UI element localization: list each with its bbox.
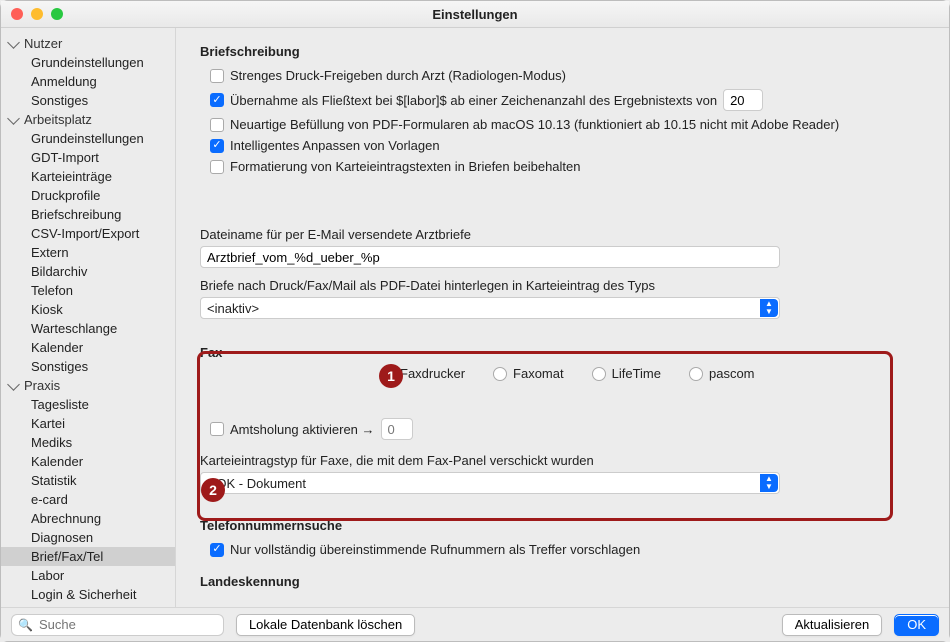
sidebar-item-briefschreibung[interactable]: Briefschreibung [1, 205, 175, 224]
sidebar: NutzerGrundeinstellungenAnmeldungSonstig… [1, 28, 176, 607]
sidebar-item-e-card[interactable]: e-card [1, 490, 175, 509]
window-controls [11, 8, 63, 20]
radio-faxdrucker[interactable] [380, 367, 394, 381]
sidebar-item-abrechnung[interactable]: Abrechnung [1, 509, 175, 528]
sidebar-item-extern[interactable]: Extern [1, 243, 175, 262]
sidebar-item-kalender[interactable]: Kalender [1, 452, 175, 471]
chevron-down-icon [7, 378, 20, 391]
radio-lifetime[interactable] [592, 367, 606, 381]
sidebar-item-sonstiges[interactable]: Sonstiges [1, 91, 175, 110]
sidebar-item-brief-fax-tel[interactable]: Brief/Fax/Tel [1, 547, 175, 566]
check-strenges[interactable] [210, 69, 224, 83]
label-formatierung: Formatierung von Karteieintragstexten in… [230, 159, 581, 174]
label-uebernahme: Übernahme als Fließtext bei $[labor]$ ab… [230, 93, 717, 108]
content-area: Briefschreibung Strenges Druck-Freigeben… [176, 28, 949, 607]
section-landeskennung: Landeskennung [200, 574, 925, 589]
window-title: Einstellungen [11, 7, 939, 22]
sidebar-item-statistik[interactable]: Statistik [1, 471, 175, 490]
sidebar-item-telefon[interactable]: Telefon [1, 281, 175, 300]
select-fax-karteityp-value: DOK - Dokument [207, 476, 306, 491]
sidebar-item-bildarchiv[interactable]: Bildarchiv [1, 262, 175, 281]
sidebar-item-kartei[interactable]: Kartei [1, 414, 175, 433]
chevron-updown-icon: ▲▼ [760, 474, 778, 492]
label-fax-karteityp: Karteieintragstyp für Faxe, die mit dem … [200, 453, 925, 468]
footer: 🔍 Lokale Datenbank löschen Aktualisieren… [1, 607, 949, 641]
label-pdf-type: Briefe nach Druck/Fax/Mail als PDF-Datei… [200, 278, 925, 293]
check-tel-exact[interactable] [210, 543, 224, 557]
input-dateiname[interactable] [200, 246, 780, 268]
check-formatierung[interactable] [210, 160, 224, 174]
input-amtsholung[interactable] [381, 418, 413, 440]
sidebar-group-arbeitsplatz[interactable]: Arbeitsplatz [1, 110, 175, 129]
label-neuartige: Neuartige Befüllung von PDF-Formularen a… [230, 117, 839, 132]
sidebar-group-label: Arbeitsplatz [24, 112, 92, 127]
label-dateiname: Dateiname für per E-Mail versendete Arzt… [200, 227, 925, 242]
sidebar-item-kalender[interactable]: Kalender [1, 338, 175, 357]
minimize-icon[interactable] [31, 8, 43, 20]
zoom-icon[interactable] [51, 8, 63, 20]
sidebar-group-label: Nutzer [24, 36, 62, 51]
button-delete-local-db[interactable]: Lokale Datenbank löschen [236, 614, 415, 636]
section-tel: Telefonnummernsuche [200, 518, 925, 533]
radio-pascom[interactable] [689, 367, 703, 381]
sidebar-item-warteschlange[interactable]: Warteschlange [1, 319, 175, 338]
sidebar-item-labor[interactable]: Labor [1, 566, 175, 585]
select-pdf-type-value: <inaktiv> [207, 301, 259, 316]
sidebar-item-grundeinstellungen[interactable]: Grundeinstellungen [1, 129, 175, 148]
sidebar-item-csv-import-export[interactable]: CSV-Import/Export [1, 224, 175, 243]
sidebar-item-anmeldung[interactable]: Anmeldung [1, 72, 175, 91]
label-amtsholung: Amtsholung aktivieren → [230, 422, 375, 437]
select-pdf-type[interactable]: <inaktiv> ▲▼ [200, 297, 780, 319]
radio-faxomat[interactable] [493, 367, 507, 381]
button-ok[interactable]: OK [894, 614, 939, 636]
window-titlebar: Einstellungen [1, 1, 949, 28]
section-briefschreibung: Briefschreibung [200, 44, 925, 59]
chevron-updown-icon: ▲▼ [760, 299, 778, 317]
check-intelligentes[interactable] [210, 139, 224, 153]
chevron-down-icon [7, 112, 20, 125]
check-uebernahme[interactable] [210, 93, 224, 107]
sidebar-item-druckprofile[interactable]: Druckprofile [1, 186, 175, 205]
search-field[interactable]: 🔍 [11, 614, 224, 636]
label-tel-exact: Nur vollständig übereinstimmende Rufnumm… [230, 542, 640, 557]
section-fax: Fax [188, 345, 925, 360]
sidebar-item-karteieintr-ge[interactable]: Karteieinträge [1, 167, 175, 186]
label-faxomat: Faxomat [513, 366, 564, 381]
search-icon: 🔍 [18, 618, 33, 632]
sidebar-group-label: Praxis [24, 378, 60, 393]
sidebar-item-gdt-import[interactable]: GDT-Import [1, 148, 175, 167]
check-amtsholung[interactable] [210, 422, 224, 436]
input-uebernahme-count[interactable] [723, 89, 763, 111]
label-intelligentes: Intelligentes Anpassen von Vorlagen [230, 138, 440, 153]
label-faxdrucker: Faxdrucker [400, 366, 465, 381]
sidebar-item-warenwirtschaft[interactable]: Warenwirtschaft [1, 604, 175, 607]
check-neuartige[interactable] [210, 118, 224, 132]
sidebar-item-tagesliste[interactable]: Tagesliste [1, 395, 175, 414]
sidebar-item-kiosk[interactable]: Kiosk [1, 300, 175, 319]
sidebar-item-login-sicherheit[interactable]: Login & Sicherheit [1, 585, 175, 604]
button-aktualisieren[interactable]: Aktualisieren [782, 614, 882, 636]
sidebar-group-nutzer[interactable]: Nutzer [1, 34, 175, 53]
search-input[interactable] [37, 616, 217, 633]
select-fax-karteityp[interactable]: DOK - Dokument ▲▼ [200, 472, 780, 494]
sidebar-item-grundeinstellungen[interactable]: Grundeinstellungen [1, 53, 175, 72]
label-strenges: Strenges Druck-Freigeben durch Arzt (Rad… [230, 68, 566, 83]
label-lifetime: LifeTime [612, 366, 661, 381]
label-pascom: pascom [709, 366, 755, 381]
sidebar-group-praxis[interactable]: Praxis [1, 376, 175, 395]
sidebar-item-mediks[interactable]: Mediks [1, 433, 175, 452]
sidebar-item-diagnosen[interactable]: Diagnosen [1, 528, 175, 547]
chevron-down-icon [7, 36, 20, 49]
sidebar-item-sonstiges[interactable]: Sonstiges [1, 357, 175, 376]
close-icon[interactable] [11, 8, 23, 20]
